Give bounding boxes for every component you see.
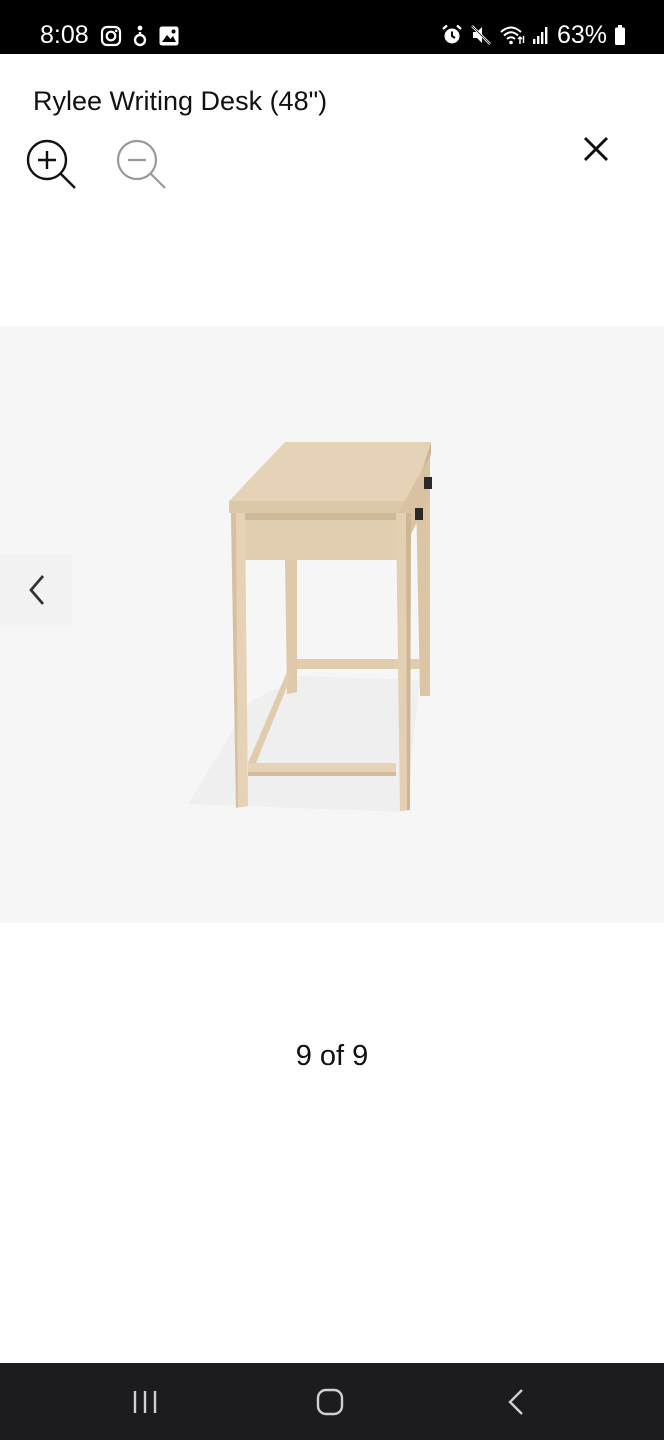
- page-title: Rylee Writing Desk (48"): [33, 86, 328, 116]
- system-nav-bar: [0, 1363, 664, 1440]
- zoom-in-button[interactable]: [24, 137, 80, 193]
- back-button[interactable]: [489, 1377, 545, 1427]
- status-bar: 8:08 63%: [0, 0, 664, 54]
- chevron-left-icon: [29, 575, 45, 605]
- wifi-icon: [500, 26, 525, 45]
- product-image: [188, 442, 432, 812]
- zoom-in-icon: [26, 139, 76, 189]
- zoom-out-icon: [116, 139, 166, 189]
- status-time: 8:08: [40, 21, 89, 49]
- battery-icon: [615, 25, 625, 45]
- home-icon: [316, 1388, 344, 1416]
- close-icon: [583, 136, 609, 162]
- status-right-icons: 63%: [441, 20, 626, 50]
- alarm-icon: [442, 24, 462, 44]
- gallery-icon: [159, 26, 179, 46]
- close-button[interactable]: [574, 128, 618, 172]
- battery-percent: 63%: [556, 21, 607, 49]
- instagram-icon: [100, 25, 122, 47]
- previous-image-button[interactable]: [0, 554, 72, 626]
- product-image-viewer[interactable]: [0, 326, 664, 923]
- mute-icon: [471, 25, 491, 45]
- back-icon: [508, 1389, 523, 1415]
- image-counter: 9 of 9: [295, 1040, 369, 1072]
- signal-icon: [532, 27, 548, 44]
- recent-apps-icon: [133, 1391, 157, 1413]
- home-button[interactable]: [302, 1377, 358, 1427]
- zoom-out-button[interactable]: [114, 137, 170, 193]
- recent-apps-button[interactable]: [117, 1377, 173, 1427]
- status-left-icons: [100, 24, 180, 48]
- accessibility-icon: [133, 25, 147, 47]
